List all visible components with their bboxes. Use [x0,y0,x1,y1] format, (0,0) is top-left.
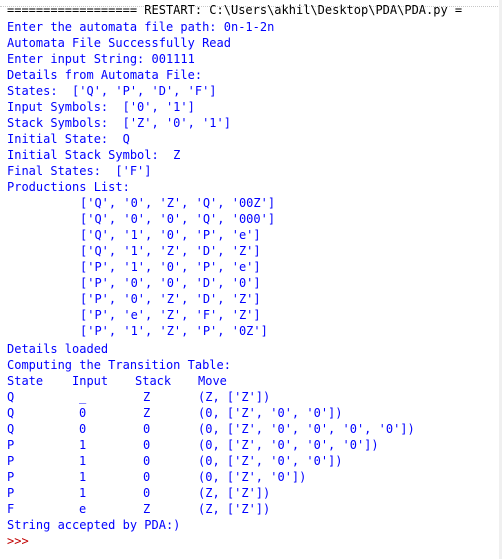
cell-stack: 0 [143,486,151,500]
cell-stack: 0 [143,470,151,484]
cell-state: F [7,502,15,516]
production-item: ['Q', '1', 'Z', 'D', 'Z'] [80,244,261,258]
cell-input: 1 [79,454,87,468]
output-line: Enter input String: 001111 [7,52,195,66]
cell-move: (0, ['Z', '0', '0']) [198,406,343,420]
production-item: ['P', 'e', 'Z', 'F', 'Z'] [80,308,261,322]
output-line: Final States: ['F'] [7,164,152,178]
cell-stack: 0 [143,438,151,452]
details-loaded-line: Details loaded [7,342,109,356]
header-stack: Stack [135,374,172,388]
table-row: P 1 0 (Z, ['Z']) [7,485,497,501]
cell-input: 1 [79,486,87,500]
result-line: String accepted by PDA:) [7,518,181,532]
cell-state: P [7,486,15,500]
header-move: Move [198,374,227,388]
table-row: F e Z (Z, ['Z']) [7,501,497,517]
header-state: State [7,374,44,388]
production-item: ['Q', '1', '0', 'P', 'e'] [80,228,261,242]
cell-input: e [79,502,87,516]
transition-table-header: State Input Stack Move [7,373,497,389]
output-line: Initial State: Q [7,132,130,146]
cell-input: 0 [79,406,87,420]
cell-state: P [7,470,15,484]
cell-move: (0, ['Z', '0', '0', '0', '0']) [198,422,415,436]
cell-input: 1 [79,438,87,452]
cell-move: (0, ['Z', '0', '0', '0']) [198,438,379,452]
cell-stack: Z [143,502,151,516]
computing-line: Computing the Transition Table: [7,358,231,372]
cell-state: P [7,438,15,452]
cell-state: Q [7,422,15,436]
cell-move: (0, ['Z', '0', '0']) [198,454,343,468]
table-row: P 1 0 (0, ['Z', '0', '0']) [7,453,497,469]
output-line: Automata File Successfully Read [7,36,231,50]
cell-move: (Z, ['Z']) [198,486,271,500]
cell-input: _ [79,390,87,404]
output-line: States: ['Q', 'P', 'D', 'F'] [7,84,217,98]
table-row: P 1 0 (0, ['Z', '0', '0', '0']) [7,437,497,453]
cell-stack: 0 [143,422,151,436]
production-item: ['P', '0', 'Z', 'D', 'Z'] [80,292,261,306]
production-item: ['P', '1', '0', 'P', 'e'] [80,260,261,274]
production-item: ['Q', '0', '0', 'Q', '000'] [80,212,276,226]
table-row: Q _ Z (Z, ['Z']) [7,389,497,405]
cell-stack: Z [143,390,151,404]
cell-state: Q [7,406,15,420]
output-line: Details from Automata File: [7,68,203,82]
production-item: ['P', '0', '0', 'D', '0'] [80,276,261,290]
cell-input: 0 [79,422,87,436]
production-item: ['Q', '0', 'Z', 'Q', '00Z'] [80,196,276,210]
cell-stack: Z [143,406,151,420]
output-line: Enter the automata file path: 0n-1-2n [7,20,275,34]
cell-move: (0, ['Z', '0']) [198,470,307,484]
output-line: Stack Symbols: ['Z', '0', '1'] [7,116,231,130]
python-shell-output[interactable]: ================== RESTART: C:\Users\akh… [0,0,502,559]
restart-banner: ================== RESTART: C:\Users\akh… [7,3,463,17]
cell-stack: 0 [143,454,151,468]
cell-move: (Z, ['Z']) [198,502,271,516]
header-input: Input [72,374,109,388]
output-line: Initial Stack Symbol: Z [7,148,181,162]
cell-input: 1 [79,470,87,484]
output-line: Input Symbols: ['0', '1'] [7,100,195,114]
cell-state: Q [7,390,15,404]
table-row: Q 0 0 (0, ['Z', '0', '0', '0', '0']) [7,421,497,437]
production-item: ['P', '1', 'Z', 'P', '0Z'] [80,324,268,338]
cell-state: P [7,454,15,468]
output-line: Productions List: [7,180,130,194]
table-row: Q 0 Z (0, ['Z', '0', '0']) [7,405,497,421]
cell-move: (Z, ['Z']) [198,390,271,404]
table-row: P 1 0 (0, ['Z', '0']) [7,469,497,485]
shell-prompt[interactable]: >>> [7,533,29,549]
